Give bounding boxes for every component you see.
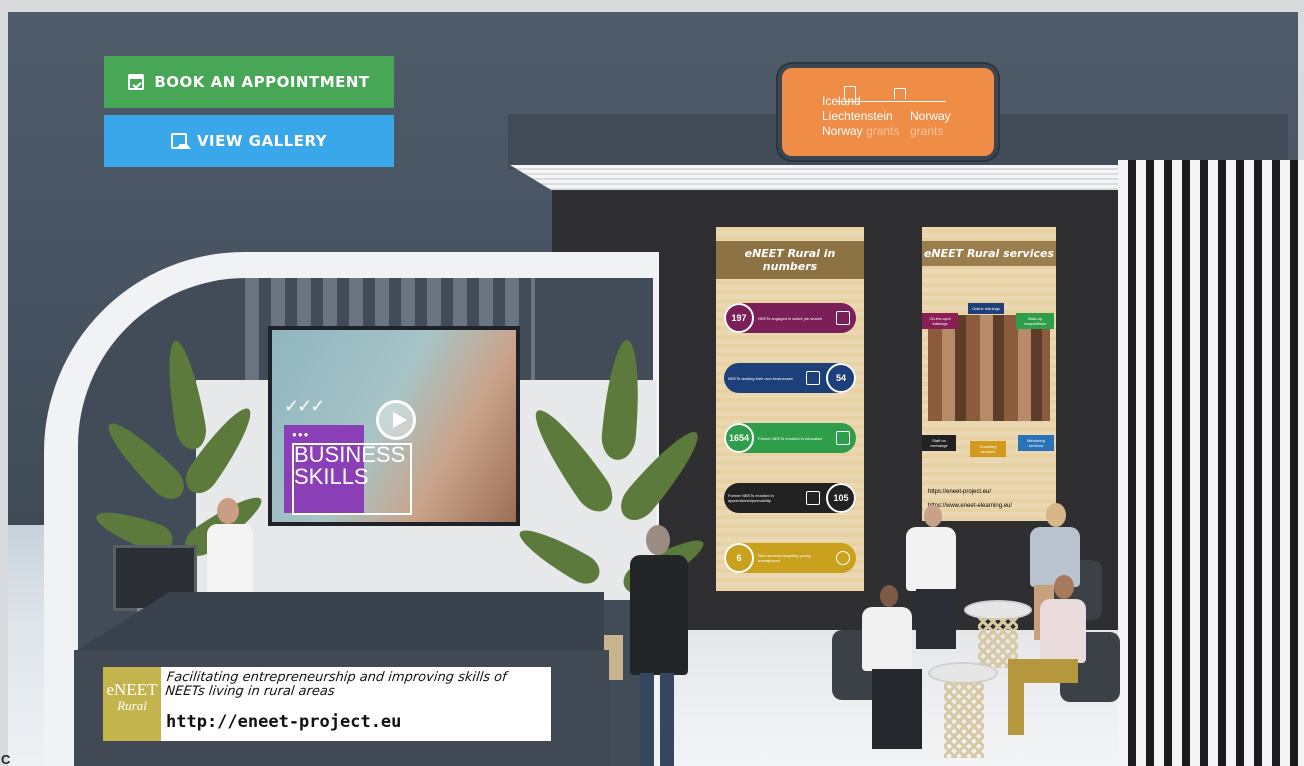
grants-line-2-left: Liechtenstein [822,109,893,123]
stat-item: 54 NEETs starting their own businesses [724,363,856,393]
project-tagline: Facilitating entrepreneurship and improv… [164,670,508,699]
stat-value: 197 [724,303,754,333]
stat-item: 1654 Former NEETs enrolled in education [724,423,856,453]
lounge-table [928,662,998,684]
banner-numbers-title: eNEET Rural in numbers [716,241,864,279]
people-icon [806,491,820,505]
grants-line-3-right: grants [910,124,944,138]
grants-line-2-right: Norway [910,109,951,123]
grants-line-3-light: grants [866,124,900,138]
calendar-icon [128,74,145,90]
play-icon[interactable] [376,400,416,440]
service-item: Staff on exchange [922,435,956,451]
video-title: BUSINESS SKILLS [294,444,405,488]
view-gallery-label: VIEW GALLERY [196,132,328,150]
banner-services-title: eNEET Rural services [922,241,1056,266]
logo-text-top: eNEET [106,680,158,699]
visitor-seated [858,585,928,755]
stat-value: 105 [826,483,856,513]
table-base [944,682,984,758]
service-item: Coaching services [970,441,1006,457]
receptionist [205,498,255,598]
stat-value: 6 [724,543,754,573]
service-item: Mentoring services [1018,435,1054,451]
grants-logo-sign: Iceland Liechtenstein Norway Norway gran… [778,64,998,160]
stat-label: Former NEETs enrolled in apprenticeships… [728,493,774,503]
services-photo-collage [928,315,1050,421]
project-website-link[interactable]: http://eneet-project.eu [166,712,401,732]
stat-label: Former NEETs enrolled in education [758,435,823,441]
service-item: On-the-spot trainings [922,313,958,329]
video-title-line1: BUSINESS [294,442,406,467]
stat-label: NEETs starting their own businesses [728,375,793,381]
gallery-icon [170,133,191,149]
book-appointment-button[interactable]: BOOK AN APPOINTMENT [104,56,394,108]
job-search-icon [836,311,850,325]
logo-text-bottom: Rural [117,698,147,713]
view-gallery-button[interactable]: VIEW GALLERY [104,115,394,167]
video-title-line2: SKILLS [294,464,369,489]
video-screen[interactable]: ✓✓✓ ●●● BUSINESS SKILLS [268,326,520,526]
service-item: Start-up competitions [1016,313,1054,329]
visitor-seated [1000,575,1090,745]
grants-line-3-left: Norway grants [822,124,899,139]
education-icon [836,431,850,445]
banner-services: eNEET Rural services On-the-spot trainin… [922,227,1056,521]
video-thumbnail: ✓✓✓ ●●● BUSINESS SKILLS [272,330,516,522]
service-item: Online trainings [968,303,1004,314]
stat-label: NEETs engaged in active job search [758,315,823,321]
grants-line-3-word: Norway [822,124,863,138]
stat-item: 197 NEETs engaged in active job search [724,303,856,333]
corner-mark: C [1,752,11,766]
virtual-booth-scene: ✓✓✓ ●●● BUSINESS SKILLS eNEET Rural in n… [0,0,1304,766]
stat-item: 6 New services targeting young unemploye… [724,543,856,573]
grants-line-1: Iceland [822,94,861,108]
service-url-1[interactable]: https://eneet-project.eu/ [928,489,991,495]
banner-numbers: eNEET Rural in numbers 197 NEETs engaged… [716,227,864,591]
dots-icon: ●●● [292,430,310,439]
stat-value: 54 [826,363,856,393]
visitor-standing [626,525,690,766]
stat-label: New services targeting young unemployed [758,553,811,563]
eneet-rural-logo: eNEET Rural [103,667,161,741]
stat-value: 1654 [724,423,754,453]
checkmarks-icon: ✓✓✓ [284,396,325,416]
stat-item: 105 Former NEETs enrolled in apprentices… [724,483,856,513]
business-icon [806,371,820,385]
gear-icon [836,551,850,565]
book-appointment-label: BOOK AN APPOINTMENT [154,73,370,91]
striped-partition [1118,160,1304,766]
